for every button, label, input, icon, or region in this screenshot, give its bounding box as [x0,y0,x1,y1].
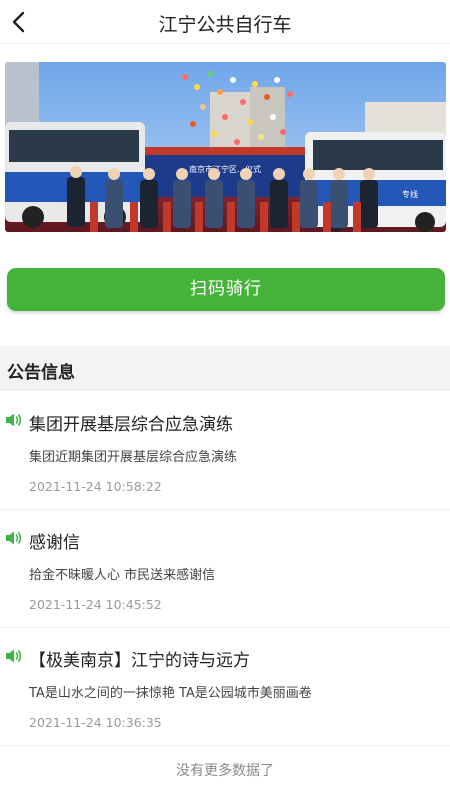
banner-image[interactable]: 南京市江宁区…仪式 专线 [5,62,446,232]
top-bar: 江宁公共自行车 [0,0,450,44]
announcement-title: 【极美南京】江宁的诗与远方 [29,651,250,671]
announcement-time: 2021-11-24 10:36:35 [29,715,162,730]
ceremony-photo: 南京市江宁区…仪式 专线 [5,62,446,232]
announcement-item[interactable]: 感谢信 拾金不昧暖人心 市民送来感谢信 2021-11-24 10:45:52 [0,510,450,628]
bus-side-text: 专线 [402,189,418,199]
speaker-icon [6,413,22,427]
announcement-time: 2021-11-24 10:58:22 [29,479,162,494]
announcement-summary: 集团近期集团开展基层综合应急演练 [29,450,238,465]
scan-to-ride-button[interactable]: 扫码骑行 [7,268,445,311]
announcement-title: 集团开展基层综合应急演练 [29,415,233,435]
announcement-summary: TA是山水之间的一抹惊艳 TA是公园城市美丽画卷 [29,686,312,701]
announcement-item[interactable]: 【极美南京】江宁的诗与远方 TA是山水之间的一抹惊艳 TA是公园城市美丽画卷 2… [0,628,450,746]
speaker-icon [6,531,22,545]
speaker-icon [6,649,22,663]
section-title: 公告信息 [7,363,75,383]
announcement-summary: 拾金不昧暖人心 市民送来感谢信 [29,568,216,583]
page-title: 江宁公共自行车 [158,14,292,36]
announcements-header: 公告信息 [0,346,450,391]
announcement-title: 感谢信 [29,533,80,553]
announcement-time: 2021-11-24 10:45:52 [29,597,162,612]
no-more-data-text: 没有更多数据了 [176,763,274,779]
announcement-item[interactable]: 集团开展基层综合应急演练 集团近期集团开展基层综合应急演练 2021-11-24… [0,392,450,510]
